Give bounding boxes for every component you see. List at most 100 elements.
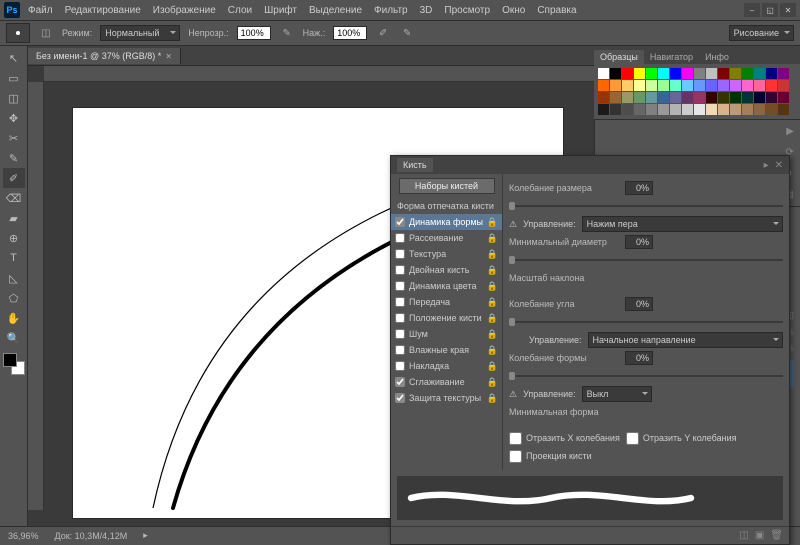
tool-9[interactable]: ⊕ [3,228,25,248]
lock-icon[interactable]: 🔒 [487,345,498,356]
brush-option[interactable]: Шум🔒 [391,326,502,342]
panel-close-icon[interactable]: ✕ [775,160,783,171]
lock-icon[interactable]: 🔒 [487,233,498,244]
swatch[interactable] [778,104,789,115]
brush-option[interactable]: Накладка🔒 [391,358,502,374]
swatch[interactable] [670,104,681,115]
close-button[interactable]: ✕ [780,3,796,17]
lock-icon[interactable]: 🔒 [487,217,498,228]
document-tab[interactable]: Без имени-1 @ 37% (RGB/8) *✕ [28,48,181,64]
swatch[interactable] [706,68,717,79]
swatch[interactable] [718,80,729,91]
brush-tip-header[interactable]: Форма отпечатка кисти [391,198,502,214]
swatch[interactable] [718,68,729,79]
swatch[interactable] [778,68,789,79]
swatch[interactable] [622,104,633,115]
menu-Просмотр[interactable]: Просмотр [438,3,496,18]
control-select-2[interactable]: Начальное направление [588,332,783,348]
tool-1[interactable]: ▭ [3,68,25,88]
brush-option[interactable]: Динамика цвета🔒 [391,278,502,294]
swatch[interactable] [646,104,657,115]
swatch[interactable] [778,80,789,91]
swatch[interactable] [634,80,645,91]
angle-jitter-slider[interactable] [509,316,783,328]
tool-8[interactable]: ▰ [3,208,25,228]
brush-option[interactable]: Защита текстуры🔒 [391,390,502,406]
minimize-button[interactable]: – [744,3,760,17]
flow-input[interactable]: 100% [333,26,367,40]
menu-Изображение[interactable]: Изображение [147,3,222,18]
swatch[interactable] [670,68,681,79]
tab-navigator[interactable]: Навигатор [644,50,699,64]
brush-option[interactable]: Положение кисти🔒 [391,310,502,326]
lock-icon[interactable]: 🔒 [487,377,498,388]
swatch[interactable] [730,80,741,91]
tool-2[interactable]: ◫ [3,88,25,108]
flip-y-checkbox[interactable]: Отразить Y колебания [626,432,737,445]
swatch[interactable] [646,68,657,79]
swatch[interactable] [706,80,717,91]
swatch[interactable] [682,80,693,91]
tool-5[interactable]: ✎ [3,148,25,168]
swatch[interactable] [694,68,705,79]
swatch[interactable] [730,104,741,115]
swatch[interactable] [694,80,705,91]
menu-Фильтр[interactable]: Фильтр [368,3,414,18]
swatch[interactable] [646,92,657,103]
tool-4[interactable]: ✂ [3,128,25,148]
pressure-size-icon[interactable]: ✎ [399,25,415,41]
brush-presets-button[interactable]: Наборы кистей [399,178,495,194]
size-jitter-value[interactable]: 0% [625,181,653,195]
tool-13[interactable]: ✋ [3,308,25,328]
swatch[interactable] [610,92,621,103]
cursor-icon[interactable]: ▶ [786,126,794,137]
swatch[interactable] [706,92,717,103]
toggle-preview-icon[interactable]: ◫ [739,530,748,541]
swatch[interactable] [778,92,789,103]
swatch[interactable] [658,80,669,91]
swatch[interactable] [610,104,621,115]
swatch[interactable] [766,104,777,115]
swatch[interactable] [718,104,729,115]
size-jitter-slider[interactable] [509,200,783,212]
brush-option[interactable]: Рассеивание🔒 [391,230,502,246]
swatch[interactable] [694,104,705,115]
menu-Редактирование[interactable]: Редактирование [59,3,147,18]
zoom-status[interactable]: 36,96% [8,531,39,541]
lock-icon[interactable]: 🔒 [487,265,498,276]
brush-option[interactable]: Сглаживание🔒 [391,374,502,390]
opacity-input[interactable]: 100% [237,26,271,40]
blend-mode-select[interactable]: Нормальный [100,25,180,41]
swatch[interactable] [754,104,765,115]
swatch[interactable] [718,92,729,103]
swatch[interactable] [658,92,669,103]
collapse-icon[interactable]: ▸ [764,160,769,171]
swatch[interactable] [658,68,669,79]
tab-info[interactable]: Инфо [699,50,735,64]
brush-option[interactable]: Текстура🔒 [391,246,502,262]
tool-10[interactable]: T [3,248,25,268]
delete-preset-icon[interactable]: 🗑 [770,530,783,541]
brush-option[interactable]: Двойная кисть🔒 [391,262,502,278]
swatch[interactable] [646,80,657,91]
menu-Файл[interactable]: Файл [22,3,59,18]
swatch[interactable] [598,80,609,91]
swatch[interactable] [598,104,609,115]
flip-x-checkbox[interactable]: Отразить X колебания [509,432,620,445]
doc-size-status[interactable]: Док: 10,3M/4,12M [55,531,128,541]
angle-jitter-value[interactable]: 0% [625,297,653,311]
swatch[interactable] [742,80,753,91]
lock-icon[interactable]: 🔒 [487,393,498,404]
tool-14[interactable]: 🔍 [3,328,25,348]
swatch[interactable] [754,68,765,79]
brush-option[interactable]: Влажные края🔒 [391,342,502,358]
swatch[interactable] [766,80,777,91]
pressure-opacity-icon[interactable]: ✎ [279,25,295,41]
tool-11[interactable]: ◺ [3,268,25,288]
swatch[interactable] [754,92,765,103]
swatch[interactable] [622,80,633,91]
swatch[interactable] [682,68,693,79]
lock-icon[interactable]: 🔒 [487,313,498,324]
brush-settings-icon[interactable]: ◫ [38,25,54,41]
foreground-color[interactable] [3,353,17,367]
